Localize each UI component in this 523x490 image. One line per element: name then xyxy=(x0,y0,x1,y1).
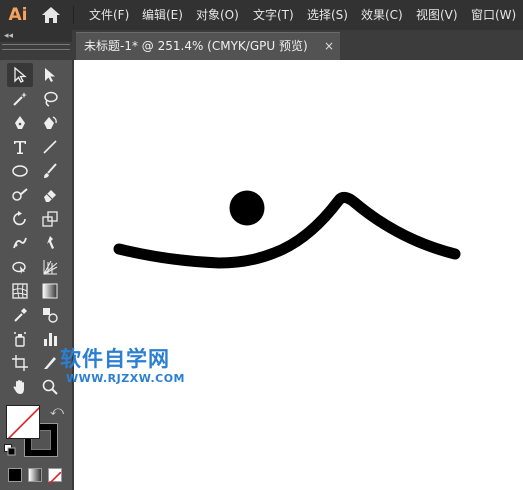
direct-selection-tool-icon[interactable] xyxy=(37,63,63,87)
menu-window[interactable]: 窗口(W) xyxy=(471,0,516,30)
none-mode-button[interactable] xyxy=(48,468,62,485)
eyedropper-tool-icon[interactable] xyxy=(7,303,33,327)
document-tab-title: 未标题-1* @ 251.4% (CMYK/GPU 预览) xyxy=(84,39,308,53)
close-tab-button[interactable]: × xyxy=(324,33,334,60)
fill-color-swatch[interactable] xyxy=(6,405,40,439)
panel-grip[interactable] xyxy=(2,44,70,50)
no-fill-slash-icon xyxy=(7,406,39,438)
eraser-tool-icon[interactable] xyxy=(37,183,63,207)
perspective-grid-tool-icon[interactable] xyxy=(37,255,63,279)
artboard-tool-icon[interactable] xyxy=(7,351,33,375)
menu-separator xyxy=(73,6,74,24)
free-transform-tool-icon[interactable] xyxy=(37,231,63,255)
selection-tool-icon[interactable] xyxy=(7,63,33,87)
illustrator-logo: Ai xyxy=(8,5,28,25)
ellipse-tool-icon[interactable] xyxy=(7,159,33,183)
gradient-mode-button[interactable] xyxy=(28,468,42,482)
swap-fill-stroke-icon[interactable]: ⤺ xyxy=(50,404,64,419)
menu-bar: Ai 文件(F) 编辑(E) 对象(O) 文字(T) 选择(S) 效果(C) 视… xyxy=(0,0,523,30)
menu-effect[interactable]: 效果(C) xyxy=(361,0,403,30)
menu-select[interactable]: 选择(S) xyxy=(307,0,348,30)
artwork-curve-path[interactable] xyxy=(113,191,461,269)
paintbrush-tool-icon[interactable] xyxy=(37,159,63,183)
none-slash-icon xyxy=(48,471,62,485)
color-mode-button[interactable] xyxy=(8,468,22,482)
blend-tool-icon[interactable] xyxy=(37,303,63,327)
type-tool-icon[interactable] xyxy=(7,135,33,159)
menu-edit[interactable]: 编辑(E) xyxy=(142,0,183,30)
collapse-panel-icon[interactable]: ◂◂ xyxy=(4,30,13,42)
puppet-warp-tool-icon[interactable] xyxy=(7,231,33,255)
menu-file[interactable]: 文件(F) xyxy=(89,0,129,30)
shape-builder-tool-icon[interactable] xyxy=(7,255,33,279)
default-fill-stroke-icon[interactable] xyxy=(4,444,16,456)
pen-tool-icon[interactable] xyxy=(7,111,33,135)
home-icon[interactable] xyxy=(40,5,62,25)
zoom-tool-icon[interactable] xyxy=(37,375,63,399)
magic-wand-tool-icon[interactable] xyxy=(7,87,33,111)
watermark-name: 软件自学网 xyxy=(60,347,170,371)
artboard-canvas[interactable] xyxy=(74,60,523,490)
symbol-sprayer-tool-icon[interactable] xyxy=(7,327,33,351)
gradient-tool-icon[interactable] xyxy=(37,279,63,303)
hand-tool-icon[interactable] xyxy=(7,375,33,399)
menu-view[interactable]: 视图(V) xyxy=(416,0,458,30)
rotate-tool-icon[interactable] xyxy=(7,207,33,231)
lasso-tool-icon[interactable] xyxy=(37,87,63,111)
watermark-url: WWW.RJZXW.COM xyxy=(66,372,185,385)
menu-type[interactable]: 文字(T) xyxy=(253,0,294,30)
mesh-tool-icon[interactable] xyxy=(7,279,33,303)
artwork xyxy=(113,190,461,269)
menu-object[interactable]: 对象(O) xyxy=(196,0,239,30)
document-tab[interactable]: 未标题-1* @ 251.4% (CMYK/GPU 预览) × xyxy=(76,32,340,60)
artwork-circle[interactable] xyxy=(229,190,265,226)
scale-tool-icon[interactable] xyxy=(37,207,63,231)
shaper-tool-icon[interactable] xyxy=(7,183,33,207)
line-segment-tool-icon[interactable] xyxy=(37,135,63,159)
curvature-tool-icon[interactable] xyxy=(37,111,63,135)
